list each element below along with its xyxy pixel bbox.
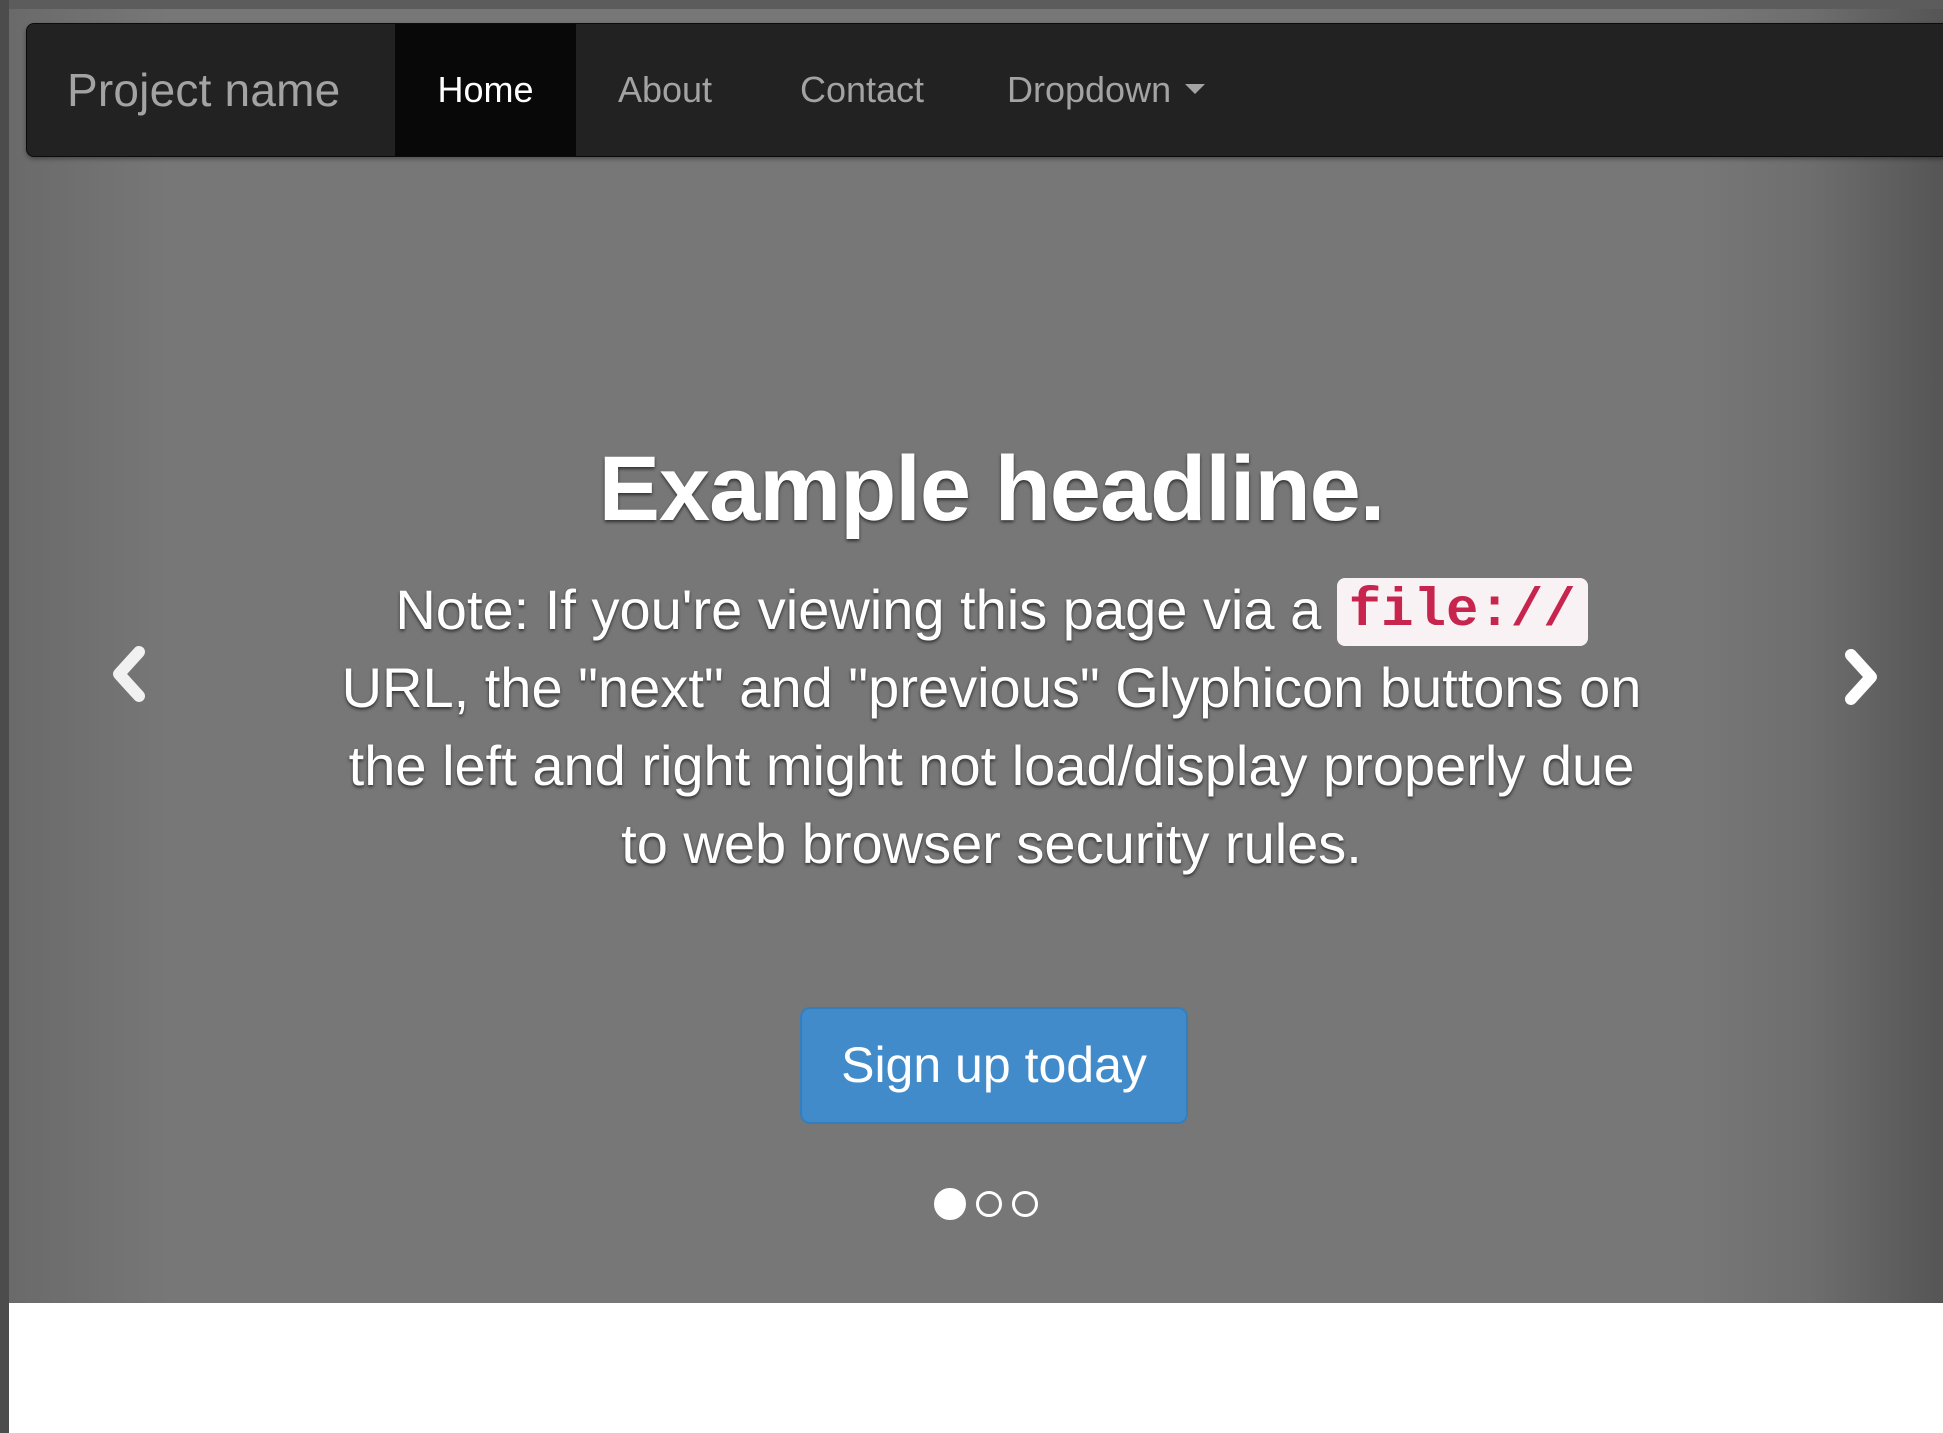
- window-frame-top: [0, 0, 1943, 9]
- nav-item-about[interactable]: About: [610, 24, 720, 156]
- carousel-indicator-1[interactable]: [934, 1188, 966, 1220]
- carousel: Example headline. Note: If you're viewin…: [9, 9, 1943, 1303]
- carousel-headline: Example headline.: [598, 438, 1386, 540]
- carousel-next-button[interactable]: [1839, 649, 1883, 705]
- chevron-left-icon: [113, 646, 145, 702]
- navbar: Project name Home About Contact Dropdown: [26, 23, 1943, 157]
- carousel-prev-button[interactable]: [107, 646, 151, 702]
- window-frame-left: [0, 0, 9, 1433]
- nav-item-contact[interactable]: Contact: [787, 24, 937, 156]
- sign-up-button[interactable]: Sign up today: [800, 1007, 1188, 1124]
- nav-item-home[interactable]: Home: [395, 24, 576, 156]
- caret-down-icon: [1185, 84, 1206, 95]
- note-text-before: Note: If you're viewing this page via a: [395, 578, 1337, 641]
- page: Example headline. Note: If you're viewin…: [0, 0, 1943, 1433]
- note-text-after: URL, the "next" and "previous" Glyphicon…: [341, 656, 1642, 875]
- page-content-area: [9, 1303, 1943, 1433]
- carousel-note: Note: If you're viewing this page via a …: [342, 571, 1642, 883]
- nav-item-dropdown-label: Dropdown: [1007, 69, 1172, 110]
- carousel-caption: Example headline. Note: If you're viewin…: [309, 429, 1674, 883]
- file-protocol-code: file://: [1336, 578, 1588, 646]
- carousel-indicator-3[interactable]: [1012, 1191, 1038, 1217]
- chevron-right-icon: [1845, 649, 1877, 705]
- nav-item-dropdown[interactable]: Dropdown: [1007, 24, 1257, 156]
- navbar-brand[interactable]: Project name: [67, 24, 340, 156]
- carousel-indicators: [934, 1187, 1038, 1221]
- carousel-indicator-2[interactable]: [976, 1191, 1002, 1217]
